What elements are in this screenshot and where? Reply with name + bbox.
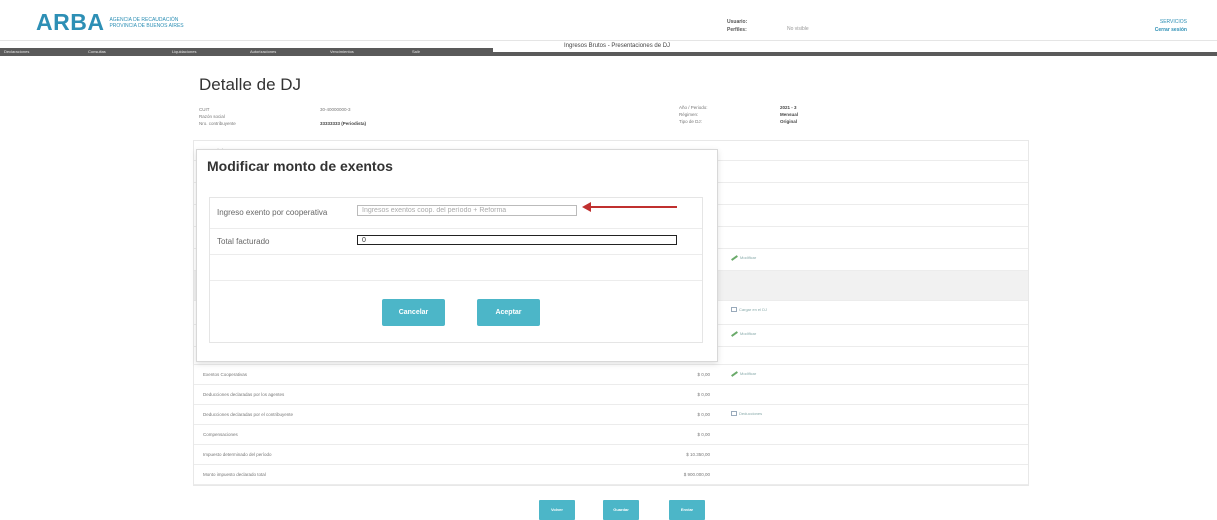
- row-amount: $ 0,00: [697, 412, 710, 417]
- document-icon: [731, 411, 737, 417]
- row-amount: $ 900.000,00: [683, 472, 710, 477]
- row-label: Compensaciones: [203, 432, 238, 437]
- arba-logo[interactable]: ARBA Agencia de Recaudación Provincia de…: [36, 9, 189, 36]
- table-row: Deducciones declaradas por el contribuye…: [194, 405, 1028, 425]
- logout-link[interactable]: Cerrar sesión: [1127, 26, 1187, 34]
- modify-link[interactable]: Modificar: [731, 255, 756, 261]
- dj-type-value: Original: [780, 119, 798, 124]
- pencil-icon: [731, 255, 738, 261]
- main-navbar: Declaraciones Consultas Liquidaciones Au…: [0, 48, 1217, 56]
- total-label: Total facturado: [217, 237, 270, 246]
- row-amount: $ 0,00: [697, 432, 710, 437]
- period-label: Año / Periodo:: [679, 105, 708, 110]
- dj-type-label: Tipo de DJ:: [679, 119, 702, 124]
- header-divider: [0, 40, 1217, 41]
- pencil-icon: [731, 371, 738, 377]
- row-label: Exentos Cooperativas: [203, 372, 248, 377]
- modify-link[interactable]: Modificar: [731, 331, 756, 337]
- accept-button[interactable]: Aceptar: [477, 299, 540, 326]
- page-title: Detalle de DJ: [199, 75, 302, 94]
- cancel-button[interactable]: Cancelar: [382, 299, 445, 326]
- table-row: Exentos Cooperativas $ 0,00 Modificar: [194, 365, 1028, 385]
- logo-word: ARBA: [36, 9, 105, 35]
- info-labels-right: Año / Periodo: Régimen: Tipo de DJ:: [679, 104, 708, 125]
- nav-menu: Declaraciones Consultas Liquidaciones Au…: [0, 48, 493, 56]
- info-values-right: 2021 - 3 Mensual Original: [780, 104, 798, 125]
- back-button[interactable]: Volver: [539, 500, 575, 520]
- razon-label: Razón social: [199, 114, 225, 119]
- table-row: Compensaciones $ 0,00: [194, 425, 1028, 445]
- cuit-value: 30-40000000-3: [320, 107, 351, 112]
- table-row: Impuesto determinado del período $ 10.35…: [194, 445, 1028, 465]
- nav-item-autorizaciones[interactable]: Autorizaciones: [250, 49, 276, 54]
- nav-item-liquidaciones[interactable]: Liquidaciones: [172, 49, 196, 54]
- row-amount: $ 0,00: [697, 392, 710, 397]
- user-info: Usuario: Perfiles:: [727, 18, 747, 34]
- profile-label: Perfiles:: [727, 27, 747, 33]
- regime-value: Mensual: [780, 112, 799, 117]
- load-dj-link[interactable]: Cargar en el DJ: [731, 307, 767, 313]
- modal-form: Ingreso exento por cooperativa Total fac…: [209, 197, 703, 343]
- user-label: Usuario:: [727, 19, 748, 25]
- modify-exentos-modal: Modificar monto de exentos Ingreso exent…: [196, 149, 718, 362]
- table-row: Monto impuesto declarado total $ 900.000…: [194, 465, 1028, 485]
- row-amount: $ 0,00: [697, 372, 710, 377]
- exento-input[interactable]: [357, 205, 577, 216]
- period-value: 2021 - 3: [780, 105, 797, 110]
- field-row-exento: Ingreso exento por cooperativa: [210, 198, 702, 229]
- nav-item-salir[interactable]: Salir: [412, 49, 420, 54]
- services-label: SERVICIOS: [1159, 19, 1187, 25]
- row-label: Impuesto determinado del período: [203, 452, 272, 457]
- row-label: Deducciones declaradas por los agentes: [203, 392, 285, 397]
- regime-label: Régimen:: [679, 112, 699, 117]
- nav-item-consultas[interactable]: Consultas: [88, 49, 106, 54]
- send-button[interactable]: Enviar: [669, 500, 705, 520]
- total-input[interactable]: [357, 235, 677, 245]
- nav-item-vencimientos[interactable]: Vencimientos: [330, 49, 354, 54]
- row-amount: $ 10.350,00: [686, 452, 710, 457]
- info-labels-left: CUIT Razón social Nro. contribuyente: [199, 106, 236, 127]
- annotation-arrow-line: [589, 206, 677, 208]
- section-title: Ingresos Brutos - Presentaciones de DJ: [564, 43, 671, 49]
- table-row: Deducciones declaradas por los agentes $…: [194, 385, 1028, 405]
- save-button[interactable]: Guardar: [603, 500, 639, 520]
- pencil-icon: [731, 331, 738, 337]
- arrow-left-icon: [582, 202, 591, 212]
- field-row-empty: [210, 255, 702, 281]
- profile-value: No visible: [787, 26, 809, 32]
- deductions-link[interactable]: Deducciones: [731, 411, 762, 417]
- nav-right-bar: [493, 52, 1217, 56]
- exento-label: Ingreso exento por cooperativa: [217, 208, 328, 217]
- session-links: SERVICIOS Cerrar sesión: [1127, 18, 1187, 34]
- nro-value: 33333333 (Periodista): [320, 121, 367, 126]
- modal-title: Modificar monto de exentos: [207, 158, 393, 174]
- row-label: Monto impuesto declarado total: [203, 472, 266, 477]
- field-row-total: Total facturado: [210, 229, 702, 255]
- document-icon: [731, 307, 737, 313]
- logo-subtitle: Agencia de Recaudación Provincia de Buen…: [109, 16, 184, 29]
- modify-exentos-link[interactable]: Modificar: [731, 371, 756, 377]
- row-label: Deducciones declaradas por el contribuye…: [203, 412, 294, 417]
- cuit-label: CUIT: [199, 107, 210, 112]
- info-values-left: 30-40000000-3 33333333 (Periodista): [320, 106, 366, 127]
- nro-label: Nro. contribuyente: [199, 121, 236, 126]
- nav-item-declaraciones[interactable]: Declaraciones: [4, 49, 29, 54]
